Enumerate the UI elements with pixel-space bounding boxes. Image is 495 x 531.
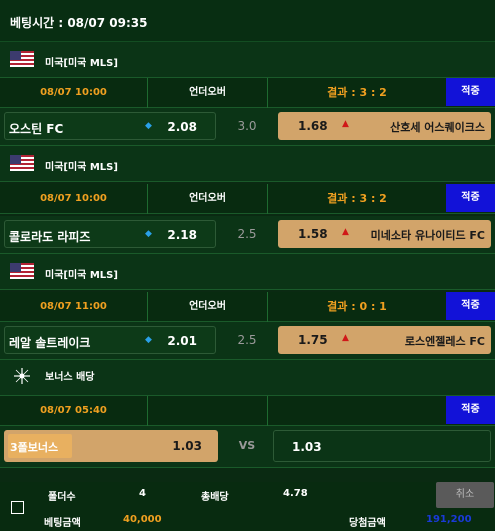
line-value: 2.5 <box>237 333 257 347</box>
bonus-result-empty <box>268 396 446 426</box>
league-name: 미국[미국 MLS] <box>45 58 118 69</box>
away-odds-button[interactable]: 1.68 ▲ 산호세 어스퀘이크스 <box>278 112 491 140</box>
folders-label: 폴더수 <box>48 492 76 503</box>
status-badge: 적중 <box>446 184 495 212</box>
bet-summary: 폴더수 4 총배당 4.78 취소 베팅금액 40,000 당첨금액 191,2… <box>0 482 495 531</box>
bet-time-header: 베팅시간 : 08/07 09:35 <box>0 0 495 42</box>
status-badge: 적중 <box>446 292 495 320</box>
us-flag-icon <box>10 263 34 279</box>
bonus-away-odd: 1.03 <box>292 440 322 454</box>
bet-type: 언더오버 <box>148 78 268 108</box>
league-name: 미국[미국 MLS] <box>45 162 118 173</box>
status-badge: 적중 <box>446 396 495 424</box>
bet-type: 언더오버 <box>148 292 268 322</box>
home-odd: 2.08 <box>167 120 197 134</box>
home-team-name: 콜로라도 라피즈 <box>9 230 91 244</box>
match-info-row: 08/07 10:00 언더오버 결과 : 3 : 2 적중 <box>0 184 495 214</box>
home-team-name: 오스틴 FC <box>9 122 64 136</box>
line-value: 3.0 <box>237 119 257 133</box>
match-time: 08/07 10:00 <box>0 184 148 214</box>
total-odds-label: 총배당 <box>201 492 229 503</box>
home-odds-button[interactable]: 오스틴 FC ◆ 2.08 <box>4 112 216 140</box>
away-team-name: 미네소타 유나이티드 FC <box>370 229 485 242</box>
bet-amount-value: 40,000 <box>123 514 162 525</box>
away-team-name: 로스엔젤레스 FC <box>404 335 485 348</box>
home-team-name: 레알 솔트레이크 <box>9 336 91 350</box>
up-arrow-icon: ▲ <box>342 333 349 343</box>
down-arrow-icon: ◆ <box>145 229 152 239</box>
bonus-info-row: 08/07 05:40 적중 <box>0 396 495 426</box>
match-time: 08/07 10:00 <box>0 78 148 108</box>
status-badge: 적중 <box>446 78 495 106</box>
away-odds-button[interactable]: 1.58 ▲ 미네소타 유나이티드 FC <box>278 220 491 248</box>
bonus-header: 보너스 배당 <box>0 360 495 396</box>
home-odds-button[interactable]: 레알 솔트레이크 ◆ 2.01 <box>4 326 216 354</box>
away-odd: 1.68 <box>298 119 328 133</box>
total-odds-value: 4.78 <box>283 488 308 499</box>
match-info-row: 08/07 10:00 언더오버 결과 : 3 : 2 적중 <box>0 78 495 108</box>
bonus-odds-row: 3폴보너스 1.03 VS 1.03 <box>0 426 495 468</box>
cancel-button[interactable]: 취소 <box>436 482 494 508</box>
home-odds-button[interactable]: 콜로라도 라피즈 ◆ 2.18 <box>4 220 216 248</box>
odds-row: 콜로라도 라피즈 ◆ 2.18 2.5 1.58 ▲ 미네소타 유나이티드 FC <box>0 216 495 254</box>
us-flag-icon <box>10 155 34 171</box>
bet-time-label: 베팅시간 : 08/07 09:35 <box>10 16 148 30</box>
home-odd: 2.01 <box>167 334 197 348</box>
up-arrow-icon: ▲ <box>342 227 349 237</box>
bonus-title: 보너스 배당 <box>45 372 95 383</box>
match-result: 결과 : 3 : 2 <box>327 86 387 99</box>
bonus-name: 3폴보너스 <box>10 441 59 454</box>
bet-amount-label: 베팅금액 <box>44 518 81 529</box>
bonus-time: 08/07 05:40 <box>0 396 148 426</box>
league-name: 미국[미국 MLS] <box>45 270 118 281</box>
league-header: 미국[미국 MLS] <box>0 42 495 78</box>
bonus-kind-empty <box>148 396 268 426</box>
match-result: 결과 : 0 : 1 <box>327 300 387 313</box>
select-checkbox[interactable] <box>11 501 24 514</box>
away-odds-button[interactable]: 1.75 ▲ 로스엔젤레스 FC <box>278 326 491 354</box>
bet-type: 언더오버 <box>148 184 268 214</box>
folders-value: 4 <box>139 488 146 499</box>
away-team-name: 산호세 어스퀘이크스 <box>390 121 485 134</box>
home-odd: 2.18 <box>167 228 197 242</box>
win-amount-value: 191,200 <box>426 514 472 525</box>
match-info-row: 08/07 11:00 언더오버 결과 : 0 : 1 적중 <box>0 292 495 322</box>
win-amount-label: 당첨금액 <box>349 518 386 529</box>
line-value: 2.5 <box>237 227 257 241</box>
league-header: 미국[미국 MLS] <box>0 146 495 182</box>
league-header: 미국[미국 MLS] <box>0 254 495 290</box>
us-flag-icon <box>10 51 34 67</box>
down-arrow-icon: ◆ <box>145 335 152 345</box>
away-odd: 1.58 <box>298 227 328 241</box>
down-arrow-icon: ◆ <box>145 121 152 131</box>
bonus-home-odd: 1.03 <box>172 439 202 453</box>
vs-label: VS <box>238 439 256 452</box>
up-arrow-icon: ▲ <box>342 119 349 129</box>
odds-row: 레알 솔트레이크 ◆ 2.01 2.5 1.75 ▲ 로스엔젤레스 FC <box>0 322 495 360</box>
match-time: 08/07 11:00 <box>0 292 148 322</box>
sparkle-icon <box>14 368 30 384</box>
match-result: 결과 : 3 : 2 <box>327 192 387 205</box>
bonus-away-button[interactable]: 1.03 <box>273 430 491 462</box>
away-odd: 1.75 <box>298 333 328 347</box>
bonus-home-button[interactable]: 3폴보너스 1.03 <box>4 430 218 462</box>
odds-row: 오스틴 FC ◆ 2.08 3.0 1.68 ▲ 산호세 어스퀘이크스 <box>0 108 495 146</box>
